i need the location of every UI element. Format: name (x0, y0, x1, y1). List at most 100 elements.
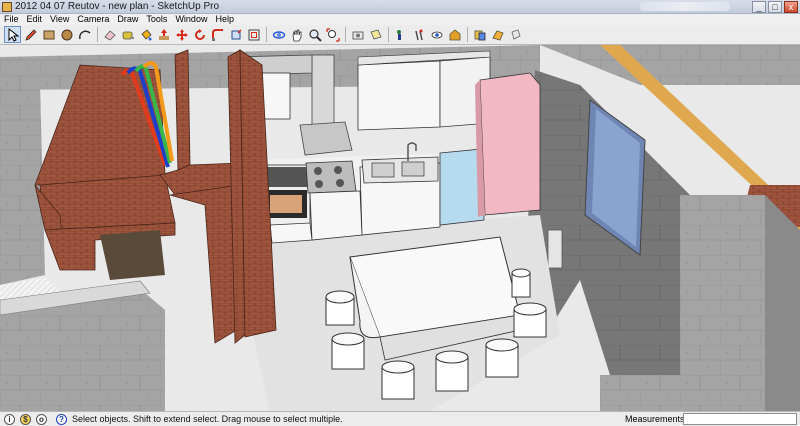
blurred-title-area (640, 2, 730, 11)
camera-icon (352, 31, 363, 39)
toolbar-separator (345, 27, 346, 42)
zoom-extents-tool[interactable] (324, 26, 341, 43)
component-icon (396, 29, 401, 40)
paint-bucket-tool[interactable] (137, 26, 154, 43)
move-icon (175, 28, 188, 41)
share-icon (474, 30, 485, 40)
menu-view[interactable]: View (50, 14, 69, 25)
arc-tool[interactable] (76, 26, 93, 43)
stool[interactable] (381, 360, 415, 400)
rotate-icon (194, 28, 205, 40)
measurements-input[interactable] (683, 413, 797, 425)
status-hint: Select objects. Shift to extend select. … (72, 414, 343, 424)
stool[interactable] (435, 350, 469, 392)
eraser-tool[interactable] (101, 26, 118, 43)
help-icon[interactable]: ? (56, 414, 67, 425)
move-tool[interactable] (173, 26, 190, 43)
pencil-icon (24, 28, 37, 41)
select-tool[interactable] (4, 26, 21, 43)
foreground-right-wall-side (765, 195, 800, 411)
burner (336, 179, 344, 187)
menu-camera[interactable]: Camera (77, 14, 109, 25)
share-model-tool[interactable] (471, 26, 488, 43)
minimize-button[interactable]: _ (752, 1, 766, 13)
stool[interactable] (513, 302, 547, 338)
section-plane-tool[interactable] (367, 26, 384, 43)
refrigerator[interactable] (479, 72, 541, 216)
offset-tool[interactable] (245, 26, 262, 43)
bucket-icon (140, 28, 152, 40)
stool[interactable] (485, 338, 519, 378)
cooktop[interactable] (305, 160, 357, 194)
menu-edit[interactable]: Edit (27, 14, 43, 25)
follow-me-tool[interactable] (209, 26, 226, 43)
arc-icon (78, 30, 90, 39)
menu-file[interactable]: File (4, 14, 19, 25)
pushpull-icon (158, 28, 169, 40)
toolbar-separator (467, 27, 468, 42)
warehouse-tool[interactable] (446, 26, 463, 43)
title-bar: 2012 04 07 Reutov - new plan - SketchUp … (0, 0, 800, 14)
offset-icon (248, 29, 259, 40)
burner (334, 166, 342, 174)
burner (315, 180, 323, 188)
3d-text-tool[interactable] (507, 26, 524, 43)
hand-icon (292, 29, 301, 41)
warehouse-icon (449, 28, 460, 40)
menu-tools[interactable]: Tools (146, 14, 167, 25)
stool[interactable] (511, 268, 531, 298)
circle-icon (61, 29, 72, 40)
upper-cabinet-center[interactable] (357, 60, 441, 131)
base-cabinet-1[interactable] (309, 190, 363, 241)
walk-icon (414, 29, 423, 40)
extension-tool[interactable] (489, 26, 506, 43)
credits-icon[interactable]: $ (20, 414, 31, 425)
arrow-icon (8, 27, 19, 42)
component-tool[interactable] (392, 26, 409, 43)
maximize-button[interactable]: □ (768, 1, 782, 13)
scale-icon (231, 28, 242, 39)
toolbar-separator (266, 27, 267, 42)
position-camera-tool[interactable] (349, 26, 366, 43)
menu-bar: File Edit View Camera Draw Tools Window … (0, 14, 800, 25)
tape-icon (122, 31, 134, 39)
eraser-icon (103, 29, 116, 41)
base-drawer[interactable] (269, 222, 313, 244)
tape-measure-tool[interactable] (119, 26, 136, 43)
close-button[interactable]: x (784, 1, 798, 13)
menu-window[interactable]: Window (175, 14, 207, 25)
orbit-icon (272, 30, 285, 39)
radiator (547, 229, 563, 269)
sink-basin (401, 161, 425, 177)
walk-tool[interactable] (410, 26, 427, 43)
rotate-tool[interactable] (191, 26, 208, 43)
toolbar-separator (97, 27, 98, 42)
rectangle-tool[interactable] (40, 26, 57, 43)
stool[interactable] (325, 290, 355, 326)
menu-help[interactable]: Help (215, 14, 234, 25)
pencil-tool[interactable] (22, 26, 39, 43)
user-icon[interactable]: o (36, 414, 47, 425)
geo-location-icon[interactable]: i (4, 414, 15, 425)
zoom-icon (308, 28, 322, 42)
push-pull-tool[interactable] (155, 26, 172, 43)
measurements-label: Measurements (625, 414, 685, 424)
circle-tool[interactable] (58, 26, 75, 43)
section-icon (369, 29, 382, 39)
extension-icon (491, 30, 504, 40)
followme-icon (211, 28, 223, 41)
range-hood[interactable] (299, 121, 353, 156)
brick-pillar-back (174, 49, 191, 171)
zoom-tool[interactable] (306, 26, 323, 43)
text3d-icon (511, 28, 520, 40)
pan-tool[interactable] (288, 26, 305, 43)
rectangle-icon (43, 30, 54, 39)
scale-tool[interactable] (227, 26, 244, 43)
window-controls: _ □ x (752, 1, 798, 13)
look-around-tool[interactable] (428, 26, 445, 43)
model-viewport[interactable] (0, 45, 800, 411)
orbit-tool[interactable] (270, 26, 287, 43)
sketchup-app-icon[interactable] (2, 2, 12, 12)
stool[interactable] (331, 332, 365, 370)
menu-draw[interactable]: Draw (117, 14, 138, 25)
